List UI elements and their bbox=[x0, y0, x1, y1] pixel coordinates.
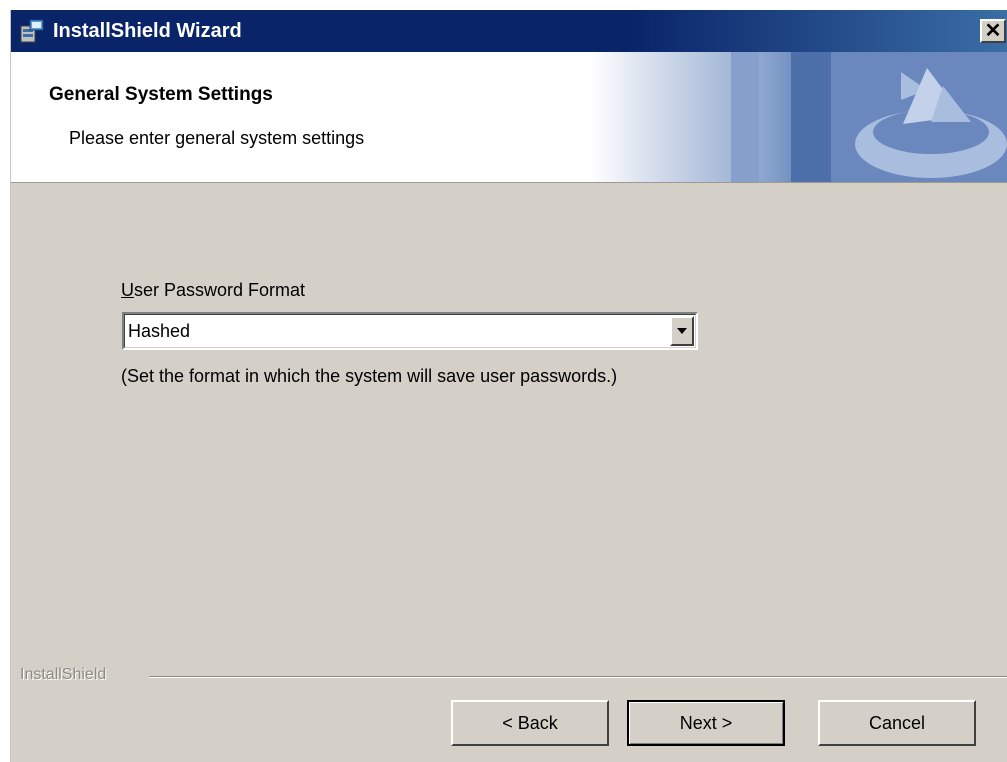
label-text: ser Password Format bbox=[134, 280, 306, 300]
password-format-hint: (Set the format in which the system will… bbox=[121, 366, 618, 386]
back-button[interactable]: < Back bbox=[451, 700, 609, 746]
cancel-button[interactable]: Cancel bbox=[818, 700, 976, 746]
selected-value: Hashed bbox=[128, 321, 191, 341]
accelerator-key: U bbox=[121, 280, 134, 300]
next-button[interactable]: Next > bbox=[627, 700, 785, 746]
page-subtitle: Please enter general system settings bbox=[69, 128, 365, 148]
window-title: InstallShield Wizard bbox=[53, 20, 242, 42]
banner-stripe bbox=[731, 52, 759, 182]
chevron-down-icon[interactable] bbox=[670, 316, 694, 346]
title-bar[interactable]: InstallShield Wizard ✕ bbox=[11, 10, 1007, 52]
installshield-brand: InstallShield bbox=[20, 666, 107, 683]
footer-divider bbox=[149, 676, 1007, 678]
installer-app-icon bbox=[19, 18, 45, 44]
installshield-logo-icon bbox=[831, 52, 1007, 182]
password-format-label: User Password Format bbox=[121, 280, 305, 301]
banner-stripe bbox=[791, 52, 831, 182]
select-frame bbox=[124, 314, 696, 348]
close-icon[interactable]: ✕ bbox=[980, 19, 1006, 43]
page-title: General System Settings bbox=[49, 84, 273, 105]
installshield-wizard-window: InstallShield Wizard ✕ General System Se… bbox=[10, 10, 1007, 762]
password-format-select[interactable]: Hashed bbox=[122, 312, 698, 350]
wizard-header: General System Settings Please enter gen… bbox=[11, 52, 1007, 183]
